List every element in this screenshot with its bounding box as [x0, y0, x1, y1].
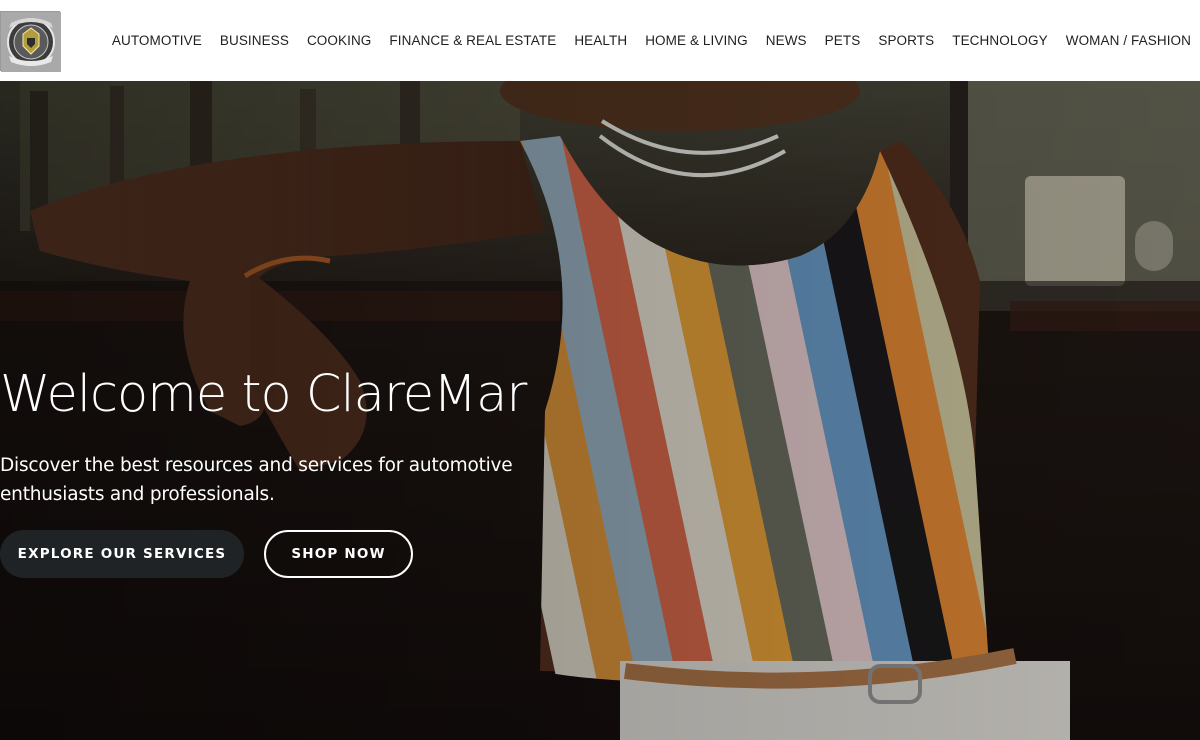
nav-item-finance-real-estate[interactable]: FINANCE & REAL ESTATE [389, 29, 556, 52]
nav-item-technology[interactable]: TECHNOLOGY [952, 29, 1048, 52]
nav-item-business[interactable]: BUSINESS [220, 29, 289, 52]
site-header: AUTOMOTIVE BUSINESS COOKING FINANCE & RE… [0, 0, 1200, 81]
nav-item-automotive[interactable]: AUTOMOTIVE [112, 29, 202, 52]
explore-services-button[interactable]: EXPLORE OUR SERVICES [0, 530, 244, 578]
hero-content: Welcome to ClareMar Discover the best re… [0, 81, 1200, 740]
main-navigation: AUTOMOTIVE BUSINESS COOKING FINANCE & RE… [94, 0, 1200, 81]
hero-section: Welcome to ClareMar Discover the best re… [0, 81, 1200, 740]
nav-item-sports[interactable]: SPORTS [878, 29, 934, 52]
shop-now-button[interactable]: SHOP NOW [264, 530, 413, 578]
hero-subtitle: Discover the best resources and services… [0, 455, 513, 505]
nav-item-health[interactable]: HEALTH [574, 29, 627, 52]
crest-icon [1, 12, 61, 72]
hero-title: Welcome to ClareMar [0, 365, 527, 424]
nav-item-news[interactable]: NEWS [766, 29, 807, 52]
nav-item-woman-fashion[interactable]: WOMAN / FASHION [1066, 29, 1191, 52]
nav-item-cooking[interactable]: COOKING [307, 29, 371, 52]
site-logo[interactable] [0, 11, 61, 72]
nav-item-home-living[interactable]: HOME & LIVING [645, 29, 748, 52]
nav-item-pets[interactable]: PETS [825, 29, 861, 52]
